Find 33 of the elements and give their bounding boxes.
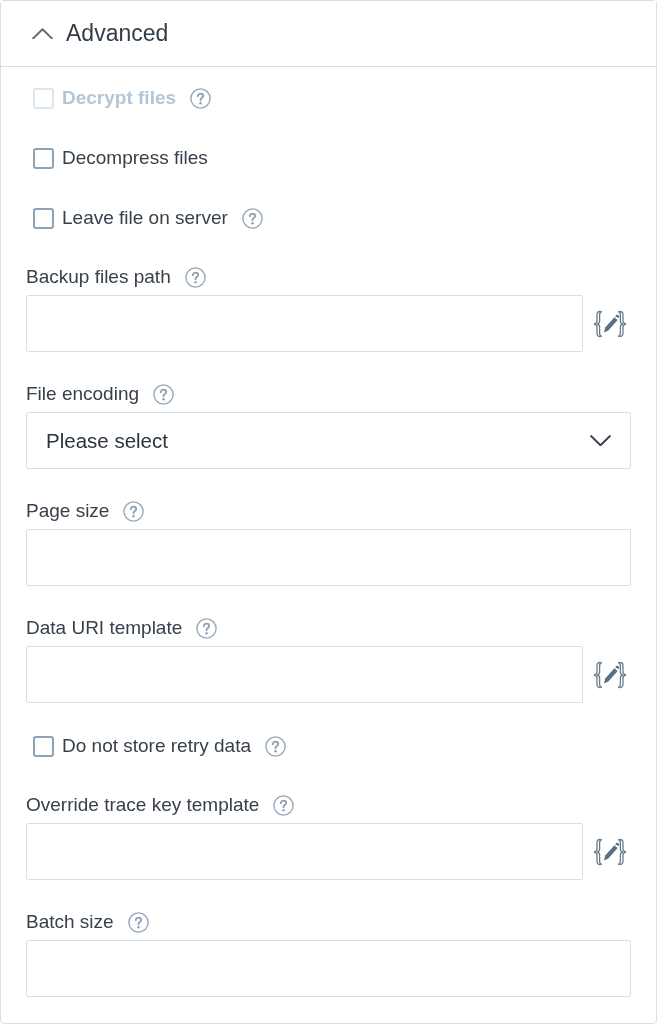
field-label: File encoding <box>26 383 140 405</box>
chevron-up-icon <box>32 27 53 40</box>
field-label: Override trace key template <box>26 794 260 816</box>
checkbox-label: Decompress files <box>62 147 208 169</box>
dropdown-select[interactable]: Please select <box>26 412 631 469</box>
text-input[interactable] <box>26 529 631 586</box>
braces-pencil-icon <box>593 660 627 689</box>
text-input[interactable] <box>26 295 583 352</box>
chevron-down-icon <box>590 434 611 447</box>
help-icon[interactable] <box>273 794 295 816</box>
checkbox[interactable] <box>33 735 54 757</box>
checkbox-label: Decrypt files <box>62 87 177 109</box>
help-icon[interactable] <box>127 911 149 933</box>
help-icon[interactable] <box>153 383 175 405</box>
help-icon[interactable] <box>184 266 206 288</box>
braces-pencil-icon <box>593 837 627 866</box>
help-icon[interactable] <box>123 500 145 522</box>
field-label: Page size <box>26 500 110 522</box>
field-label: Backup files path <box>26 266 171 288</box>
text-input[interactable] <box>26 823 583 880</box>
checkbox[interactable] <box>33 147 54 169</box>
help-icon[interactable] <box>265 735 287 757</box>
checkbox-label: Leave file on server <box>62 207 228 229</box>
checkbox[interactable] <box>33 207 54 229</box>
help-icon[interactable] <box>241 207 263 229</box>
field-label: Batch size <box>26 911 114 933</box>
field-label: Data URI template <box>26 617 183 639</box>
help-icon[interactable] <box>196 617 218 639</box>
section-header[interactable]: Advanced <box>1 1 656 67</box>
text-input[interactable] <box>26 646 583 703</box>
checkbox-label: Do not store retry data <box>62 735 252 757</box>
text-input[interactable] <box>26 940 631 997</box>
braces-pencil-icon <box>593 309 627 338</box>
